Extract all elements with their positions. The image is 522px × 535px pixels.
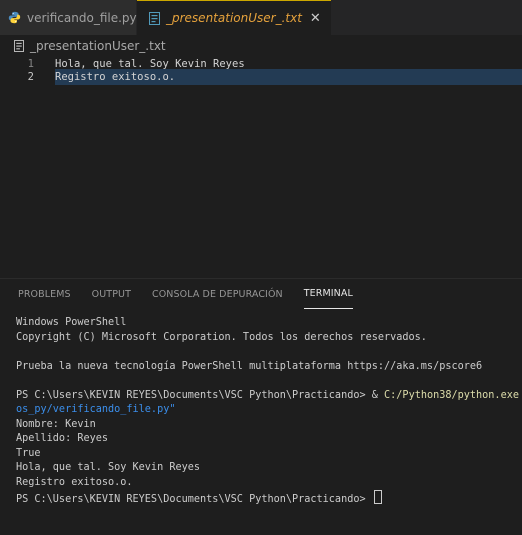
python-icon xyxy=(8,11,21,24)
terminal-line: True xyxy=(16,447,41,459)
terminal-line: Registro exitoso.o. xyxy=(16,476,133,488)
terminal-command-line: PS C:\Users\KEVIN REYES\Documents\VSC Py… xyxy=(16,389,522,404)
terminal-output[interactable]: Windows PowerShell Copyright (C) Microso… xyxy=(16,316,522,505)
prompt-text: PS C:\Users\KEVIN REYES\Documents\VSC Py… xyxy=(16,389,372,401)
close-icon[interactable]: ✕ xyxy=(310,11,321,26)
prompt-text: PS C:\Users\KEVIN REYES\Documents\VSC Py… xyxy=(16,494,372,505)
line-text[interactable]: Registro exitoso.o. xyxy=(55,71,175,83)
line-number: 2 xyxy=(27,71,34,83)
terminal-line: Windows PowerShell xyxy=(16,317,127,328)
tab-presentation-user[interactable]: _presentationUser_.txt ✕ xyxy=(137,0,331,35)
python-exe-path: C:/Python38/python.exe xyxy=(384,389,519,401)
tab-problems[interactable]: PROBLEMS xyxy=(18,279,71,309)
breadcrumb-file[interactable]: _presentationUser_.txt xyxy=(30,39,166,53)
terminal-line: Nombre: Kevin xyxy=(16,418,96,430)
text-file-icon xyxy=(14,40,24,52)
terminal-line: Copyright (C) Microsoft Corporation. Tod… xyxy=(16,331,427,343)
editor-tab-bar: verificando_file.py _presentationUser_.t… xyxy=(0,0,522,35)
terminal-line: Prueba la nueva tecnología PowerShell mu… xyxy=(16,360,483,372)
tab-terminal[interactable]: TERMINAL xyxy=(303,279,353,309)
panel-tab-bar: PROBLEMS OUTPUT CONSOLA DE DEPURACIÓN TE… xyxy=(0,279,374,309)
editor-line-current[interactable]: 2 Registro exitoso.o. xyxy=(0,69,522,85)
tab-output[interactable]: OUTPUT xyxy=(92,279,131,309)
terminal-command-wrap: os_py/verificando_file.py" xyxy=(16,404,176,415)
code-editor[interactable]: 1 Hola, que tal. Soy Kevin Reyes 2 Regis… xyxy=(0,56,522,278)
terminal-cursor xyxy=(373,490,382,504)
terminal-line: Hola, que tal. Soy Kevin Reyes xyxy=(16,462,201,473)
bottom-panel: PROBLEMS OUTPUT CONSOLA DE DEPURACIÓN TE… xyxy=(0,278,522,535)
terminal-prompt-line[interactable]: PS C:\Users\KEVIN REYES\Documents\VSC Py… xyxy=(16,490,522,505)
tab-debug-console[interactable]: CONSOLA DE DEPURACIÓN xyxy=(152,279,283,309)
tab-label: _presentationUser_.txt xyxy=(166,11,302,25)
tab-verificando-file[interactable]: verificando_file.py xyxy=(0,0,137,35)
call-operator: & xyxy=(371,389,385,401)
text-file-icon xyxy=(149,11,160,25)
terminal-line: Apellido: Reyes xyxy=(16,433,109,444)
tab-label: verificando_file.py xyxy=(27,10,137,25)
breadcrumb: _presentationUser_.txt xyxy=(0,36,522,56)
